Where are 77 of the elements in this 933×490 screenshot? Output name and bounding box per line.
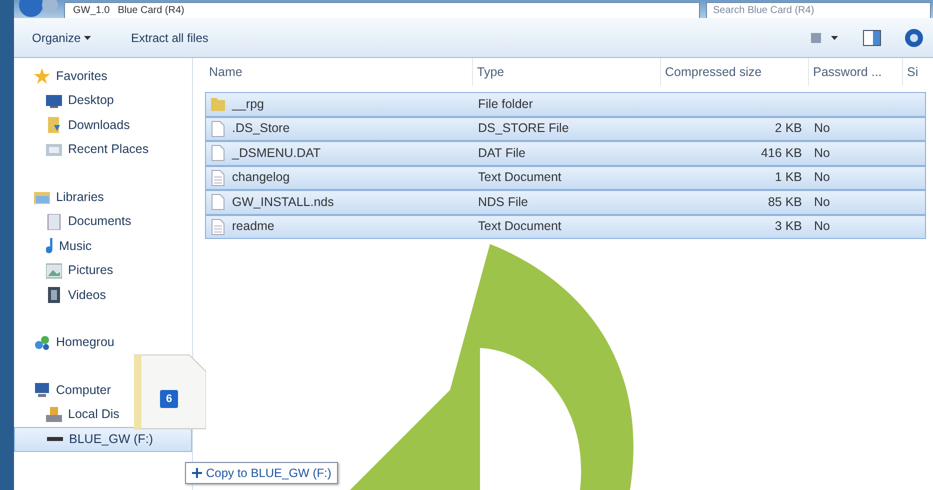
breadcrumb[interactable]: Blue Card (R4) [118, 4, 184, 16]
file-name: changelog [232, 169, 290, 186]
text-file-icon [210, 170, 226, 186]
sidebar-item[interactable]: BLUE_GW (F:) [14, 427, 192, 452]
film-icon [46, 287, 62, 304]
drop-tooltip: Copy to BLUE_GW (F:) [185, 462, 338, 484]
music-note-icon [46, 238, 53, 254]
disk-icon [46, 406, 62, 423]
homegroup-icon [34, 334, 50, 351]
count-badge: 6 [160, 390, 178, 408]
pictures-icon [46, 262, 62, 279]
library-icon [34, 189, 50, 206]
file-icon [210, 120, 226, 137]
file-icon [210, 194, 226, 210]
password-status: No [814, 170, 830, 184]
password-status: No [814, 146, 830, 160]
view-options-icon [811, 32, 839, 44]
document-icon [46, 214, 62, 230]
text-file-icon [210, 218, 226, 235]
sidebar-item[interactable]: Homegrou [14, 330, 116, 355]
file-size: 416 KB [760, 146, 802, 160]
file-name: _DSMENU.DAT [232, 144, 321, 162]
toolbar-button[interactable]: Organize [24, 26, 100, 48]
sidebar-item[interactable]: Downloads [14, 113, 132, 138]
file-size: 3 KB [774, 219, 802, 234]
sidebar-item[interactable]: Music [14, 234, 94, 258]
star-icon [34, 68, 50, 84]
sidebar-item[interactable]: Recent Places [14, 138, 151, 162]
address-field[interactable]: GW_1.0 Blue Card (R4) [64, 2, 700, 18]
file-type: NDS File [478, 194, 528, 209]
sidebar-item[interactable]: Documents [14, 210, 134, 234]
preview-pane-icon [863, 30, 881, 46]
sidebar-item[interactable]: Libraries [14, 185, 106, 210]
password-status: No [814, 219, 830, 234]
file-row[interactable]: __rpg File folder [205, 92, 926, 116]
file-row[interactable]: GW_INSTALL.nds NDS File 85 KB No [205, 190, 926, 214]
column-header[interactable]: Name [205, 58, 473, 86]
file-type: Text Document [478, 170, 562, 184]
breadcrumb[interactable]: GW_1.0 [73, 4, 110, 16]
sidebar-item[interactable]: Favorites [14, 64, 110, 88]
computer-icon [34, 382, 50, 398]
file-name: readme [232, 218, 274, 236]
sidebar-item[interactable]: Videos [14, 283, 108, 308]
file-size: 85 KB [768, 194, 802, 209]
folder-icon [46, 117, 62, 134]
file-type: File folder [478, 96, 533, 111]
drive-icon [47, 437, 63, 442]
file-name: __rpg [232, 96, 264, 113]
file-type: DAT File [478, 146, 526, 160]
column-header[interactable]: Password ... [809, 58, 903, 86]
folder-icon [210, 96, 226, 112]
sidebar-item[interactable]: Desktop [14, 88, 116, 113]
help-icon [905, 28, 923, 46]
sidebar-item[interactable]: Computer [14, 378, 113, 402]
file-row[interactable]: .DS_Store DS_STORE File 2 KB No [205, 116, 926, 141]
toolbar-button[interactable]: Extract all files [123, 26, 216, 48]
search-field[interactable]: Search Blue Card (R4) [706, 2, 931, 18]
file-row[interactable]: _DSMENU.DAT DAT File 416 KB No [205, 141, 926, 166]
file-size: 1 KB [774, 170, 802, 184]
column-header[interactable]: Compressed size [661, 58, 809, 86]
password-status: No [814, 121, 830, 136]
column-header[interactable]: Type [473, 58, 661, 86]
sidebar-item[interactable]: Local Dis [14, 402, 122, 427]
monitor-icon [46, 92, 62, 109]
recent-icon [46, 142, 62, 158]
sidebar-item[interactable]: Pictures [14, 258, 116, 283]
password-status: No [814, 194, 830, 209]
file-size: 2 KB [774, 121, 802, 136]
plus-icon [192, 468, 202, 478]
file-icon [210, 145, 226, 162]
file-row[interactable]: changelog Text Document 1 KB No [205, 166, 926, 190]
file-name: GW_INSTALL.nds [232, 194, 334, 211]
column-header[interactable]: Si [903, 58, 933, 86]
file-name: .DS_Store [232, 120, 290, 138]
file-type: DS_STORE File [478, 121, 569, 136]
file-type: Text Document [478, 219, 562, 234]
file-row[interactable]: readme Text Document 3 KB No [205, 214, 926, 239]
